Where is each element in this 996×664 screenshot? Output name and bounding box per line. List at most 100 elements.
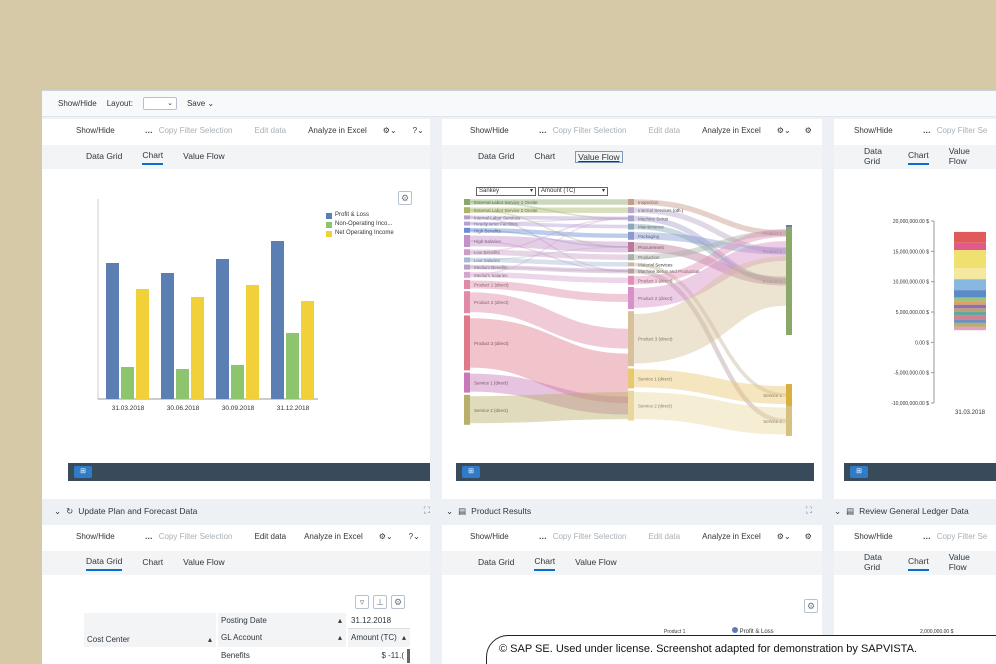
layout-select[interactable]: ⌄ <box>142 97 177 110</box>
grid-header-posting-date[interactable]: Posting Date ▴ <box>218 613 346 629</box>
show-hide-button[interactable]: Show/Hide <box>854 532 893 541</box>
chart-settings-icon[interactable]: ⚙ <box>804 599 818 613</box>
settings-icon[interactable]: ⚙⌄ <box>777 126 791 135</box>
grid-header-cost-center[interactable]: Cost Center ▴ <box>84 629 216 647</box>
tab-data-grid[interactable]: Data Grid <box>478 557 514 570</box>
sankey-middle-node <box>628 287 634 309</box>
grid-cell-amount[interactable]: $ -11.( <box>348 649 410 663</box>
tab-value-flow[interactable]: Value Flow <box>183 557 224 570</box>
stacked-bar-segment <box>954 308 986 312</box>
stacked-bar-segment <box>954 279 986 291</box>
copy-filter-button[interactable]: Copy Filter Se <box>937 532 988 541</box>
view-tabs: Data Grid Chart Value Flow <box>834 551 996 575</box>
settings-icon[interactable]: ⚙⌄ <box>383 126 397 135</box>
show-hide-button[interactable]: Show/Hide <box>470 532 509 541</box>
more-icon[interactable]: … <box>145 126 153 135</box>
tab-value-flow[interactable]: Value Flow <box>949 146 976 169</box>
filter-icon[interactable]: ▿ <box>355 595 369 609</box>
analyze-excel-button[interactable]: Analyze in Excel <box>308 126 367 135</box>
grid-header-amount[interactable]: Amount (TC) ▴ <box>348 629 410 647</box>
settings-icon[interactable]: ⚙ <box>391 595 405 609</box>
help-icon[interactable]: ?⌄ <box>409 532 420 541</box>
stacked-bar-segment <box>954 268 986 280</box>
copy-filter-button[interactable]: Copy Filter Selection <box>553 532 627 541</box>
save-button[interactable]: Save ⌄ <box>187 99 214 108</box>
edit-data-button[interactable]: Edit data <box>255 126 287 135</box>
sankey-source-node <box>464 199 470 205</box>
more-icon[interactable]: … <box>145 532 153 541</box>
more-icon[interactable]: … <box>539 126 547 135</box>
sankey-target-node <box>786 406 792 436</box>
tab-chart[interactable]: Chart <box>534 151 555 164</box>
tab-chart[interactable]: Chart <box>907 556 929 571</box>
sankey-type-select[interactable]: Sankey ▾ <box>476 187 536 196</box>
more-icon[interactable]: … <box>923 532 931 541</box>
edit-data-button[interactable]: Edit data <box>255 532 287 541</box>
more-icon[interactable]: … <box>923 126 931 135</box>
bar <box>246 285 259 399</box>
analyze-excel-button[interactable]: Analyze in Excel <box>304 532 363 541</box>
legend-item[interactable]: Net Operating Income <box>326 229 394 238</box>
tab-value-flow[interactable]: Value Flow <box>575 151 623 163</box>
show-hide-button[interactable]: Show/Hide <box>854 126 893 135</box>
sankey-source-node <box>464 372 470 393</box>
tab-chart[interactable]: Chart <box>142 557 163 570</box>
panel-toolbar: Show/Hide … Copy Filter Selection Edit d… <box>442 119 822 141</box>
analyze-excel-button[interactable]: Analyze in Excel <box>702 532 761 541</box>
tab-data-grid[interactable]: Data Grid <box>86 556 123 571</box>
sankey-middle-node <box>628 231 634 240</box>
analyze-excel-button[interactable]: Analyze in Excel <box>702 126 761 135</box>
legend-swatch <box>326 221 332 228</box>
section-title: Product Results <box>471 506 532 516</box>
chart-settings-icon[interactable]: ⚙ <box>398 191 412 205</box>
table-icon[interactable]: ⊞ <box>74 466 92 478</box>
sankey-flow <box>469 318 629 404</box>
y-tick-label: 15,000,000.00 $ <box>893 249 929 255</box>
chevron-down-icon[interactable]: ⌄ <box>54 506 61 517</box>
tab-chart[interactable]: Chart <box>142 150 164 165</box>
more-icon[interactable]: … <box>539 532 547 541</box>
tab-data-grid[interactable]: Data Grid <box>864 146 888 169</box>
edit-data-button[interactable]: Edit data <box>649 532 681 541</box>
y-tick-label: -10,000,000.00 $ <box>891 401 929 407</box>
copy-filter-button[interactable]: Copy Filter Selection <box>159 532 233 541</box>
show-hide-button[interactable]: Show/Hide <box>58 99 97 108</box>
settings-icon-2[interactable]: ⚙ <box>805 126 812 135</box>
sankey-flow <box>469 392 629 424</box>
bar <box>191 297 204 399</box>
expand-icon[interactable]: ⛶ <box>806 505 812 516</box>
tab-value-flow[interactable]: Value Flow <box>949 552 976 575</box>
tab-value-flow[interactable]: Value Flow <box>183 151 224 164</box>
tab-data-grid[interactable]: Data Grid <box>478 151 514 164</box>
show-hide-button[interactable]: Show/Hide <box>76 532 115 541</box>
legend-item[interactable]: Profit & Loss <box>326 211 394 220</box>
y-tick-label: 5,000,000.00 $ <box>896 310 930 316</box>
settings-icon-2[interactable]: ⚙ <box>805 532 812 541</box>
copy-filter-button[interactable]: Copy Filter Selection <box>553 126 627 135</box>
tab-chart[interactable]: Chart <box>534 556 556 571</box>
tab-value-flow[interactable]: Value Flow <box>575 557 616 570</box>
settings-icon[interactable]: ⚙⌄ <box>379 532 393 541</box>
tab-data-grid[interactable]: Data Grid <box>86 151 122 164</box>
edit-data-button[interactable]: Edit data <box>649 126 681 135</box>
legend-item[interactable]: Non-Operating Inco... <box>326 220 394 229</box>
show-hide-button[interactable]: Show/Hide <box>470 126 509 135</box>
sankey-middle-node <box>628 199 634 205</box>
download-icon[interactable]: ⊥ <box>373 595 387 609</box>
chevron-down-icon[interactable]: ⌄ <box>834 506 841 517</box>
copy-filter-button[interactable]: Copy Filter Se <box>937 126 988 135</box>
sankey-measure-select[interactable]: Amount (TC) ▾ <box>538 187 608 196</box>
copy-filter-button[interactable]: Copy Filter Selection <box>159 126 233 135</box>
stacked-bar-segment <box>954 315 986 320</box>
expand-icon[interactable]: ⛶ <box>424 505 430 516</box>
grid-header-gl-account[interactable]: GL Account ▴ <box>218 629 346 647</box>
table-icon[interactable]: ⊞ <box>850 466 868 478</box>
tab-data-grid[interactable]: Data Grid <box>864 552 888 575</box>
show-hide-button[interactable]: Show/Hide <box>76 126 115 135</box>
chevron-down-icon[interactable]: ⌄ <box>446 506 453 517</box>
sankey-target-node <box>786 227 792 335</box>
settings-icon[interactable]: ⚙⌄ <box>777 532 791 541</box>
tab-chart[interactable]: Chart <box>907 150 929 165</box>
table-icon[interactable]: ⊞ <box>462 466 480 478</box>
help-icon[interactable]: ?⌄ <box>413 126 424 135</box>
